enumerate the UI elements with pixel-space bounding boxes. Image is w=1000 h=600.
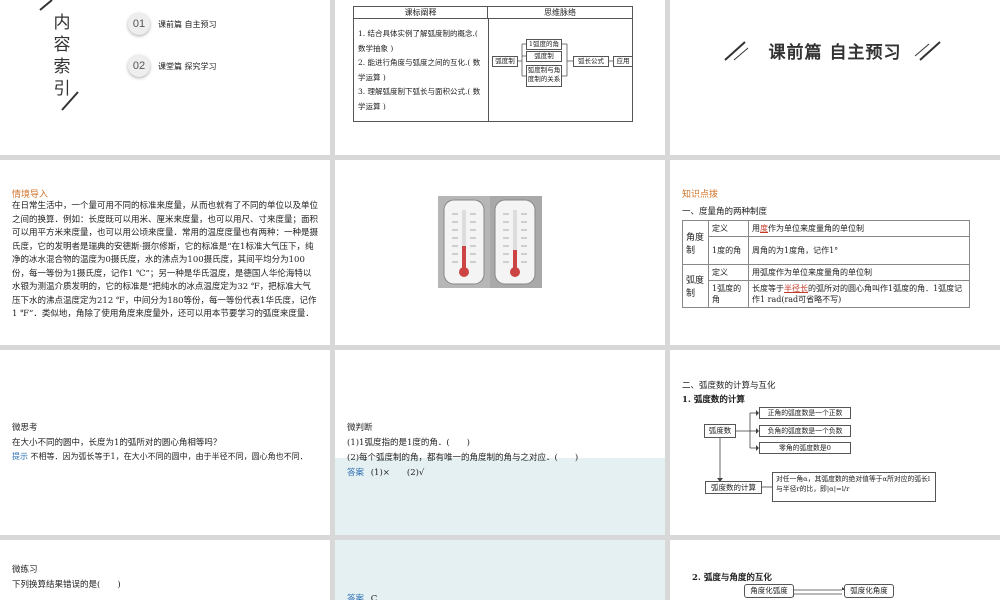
objectives-list: 1. 结合具体实例了解弧度制的概念.( 数学抽象 ) 2. 能进行角度与弧度之间… [358,27,486,114]
rule-negative: 负角的弧度数是一个负数 [759,425,851,437]
practice-answer: 答案 C [347,592,377,600]
slide-practice-answer[interactable]: 答案 C [335,540,665,600]
objective-item: 1. 结合具体实例了解弧度制的概念.( 数学抽象 ) [358,29,478,53]
row-label: 1弧度的角 [708,280,749,308]
table-row: 1弧度的角 长度等于半径长的弧所对的圆心角叫作1弧度的角．1弧度记作1 rad(… [683,280,970,308]
map-node-apply: 应用 [613,56,633,67]
answer-label: 答案 [347,594,365,600]
section-title: 课前篇 自主预习 [768,43,902,63]
slide-contents[interactable]: 内 容 索 引 01 课前篇 自主预习 02 课堂篇 探究学习 [0,0,330,155]
slide-objectives[interactable]: 课标阐释 思维脉络 1. 结合具体实例了解弧度制的概念.( 数学抽象 ) 2. … [335,0,665,155]
row-label: 1度的角 [708,236,749,265]
answer-label: 答案 [347,468,365,478]
node-degree-to-radian: 角度化弧度 [744,584,794,598]
slide-grid: 内 容 索 引 01 课前篇 自主预习 02 课堂篇 探究学习 课标阐释 思维脉… [0,0,1000,600]
slide-knowledge[interactable]: 知识点拨 一、度量角的两种制度 角度制 定义 用度作为单位来度量角的单位制 1度… [670,160,1000,345]
units-table: 角度制 定义 用度作为单位来度量角的单位制 1度的角 周角的为1度角，记作1° … [682,220,970,308]
row-label: 定义 [708,220,749,237]
title-char: 引 [53,79,71,99]
intro-text: 在日常生活中，一个量可用不同的标准来度量，从而也就有了不同的单位以及单位之间的换… [12,201,318,319]
slide-micro-think[interactable]: 微思考 在大小不同的圆中，长度为1的弧所对的圆心角相等吗？ 提示 不相等．因为弧… [0,350,330,535]
title-char: 内 [53,13,71,33]
objectives-table: 课标阐释 思维脉络 1. 结合具体实例了解弧度制的概念.( 数学抽象 ) 2. … [353,6,633,122]
slide-micro-judge[interactable]: 微判断 (1)1弧度指的是1度的角．( ) (2)每个弧度制的角，都有唯一的角度… [335,350,665,535]
think-heading: 微思考 [12,423,38,433]
judge-q1: (1)1弧度指的是1度的角．( ) [347,438,470,448]
slide-thermometer-image[interactable] [335,160,665,345]
contents-item-1[interactable]: 01 课前篇 自主预习 [128,12,217,36]
knowledge-subheading: 一、度量角的两种制度 [682,207,768,217]
think-hint: 提示 不相等．因为弧长等于1，在大小不同的圆中，由于半径不同，圆心角也不同． [12,450,312,463]
item-label: 课前篇 自主预习 [158,19,217,29]
hint-label: 提示 [12,452,28,461]
knowledge-heading: 知识点拨 [682,189,719,199]
slide-section-title[interactable]: 课前篇 自主预习 [670,0,1000,155]
map-node-root: 弧度制 [492,56,518,67]
group-cell: 角度制 [682,220,709,265]
item-label: 课堂篇 探究学习 [158,61,217,71]
table-header: 课标阐释 思维脉络 [354,7,632,19]
title-char: 索 [53,57,71,77]
map-node-formula: 弧长公式 [573,56,609,67]
row-text: 周角的为1度角，记作1° [748,236,970,265]
row-label: 定义 [708,264,749,281]
judge-heading: 微判断 [347,423,373,433]
thermometer-photo [438,196,542,288]
rule-positive: 正角的弧度数是一个正数 [759,407,851,419]
conversion-arrows [790,587,846,597]
intro-heading: 情境导入 [12,189,49,199]
slide-radian-calc[interactable]: 二、弧度数的计算与互化 1. 弧度数的计算 弧度数 正角的弧度数是一个正数 负角… [670,350,1000,535]
contents-item-2[interactable]: 02 课堂篇 探究学习 [128,54,217,78]
header-cell: 思维脉络 [544,8,576,17]
think-question: 在大小不同的圆中，长度为1的弧所对的圆心角相等吗？ [12,438,222,448]
row-text: 用度作为单位来度量角的单位制 [748,220,970,237]
table-row: 角度制 定义 用度作为单位来度量角的单位制 [682,220,970,265]
slide-intro[interactable]: 情境导入 在日常生活中，一个量可用不同的标准来度量，从而也就有了不同的单位以及单… [0,160,330,345]
judge-answer: 答案 (1)× (2)√ [347,466,424,478]
row-text: 长度等于半径长的弧所对的圆心角叫作1弧度的角．1弧度记作1 rad(rad可省略… [748,280,970,308]
judge-q2: (2)每个弧度制的角，都有唯一的角度制的角与之对应．( ) [347,453,579,463]
formula-box: 对任一角α，其弧度数的绝对值等于α所对应的弧长l与半径r的比，即|α|=l/r [772,472,936,502]
table-row: 弧度制 定义 用弧度作为单位来度量角的单位制 [682,264,970,308]
item-number-circle: 02 [128,55,150,77]
answer-text: (1)× (2)√ [370,468,425,478]
objective-item: 3. 理解弧度制下弧长与面积公式.( 数学运算 ) [358,87,481,111]
practice-question: 下列换算结果错误的是( ) [12,580,121,590]
node-radian-to-degree: 弧度化角度 [844,584,894,598]
title-char: 容 [53,35,71,55]
map-node-branch: 弧度制 [526,51,562,62]
vertical-title: 内 容 索 引 [50,12,74,100]
practice-heading: 微练习 [12,565,38,575]
rule-zero: 零角的弧度数是0 [759,442,851,454]
slide-conversion[interactable]: 2. 弧度与角度的互化 角度化弧度 弧度化角度 [670,540,1000,600]
item-number-circle: 01 [128,13,150,35]
answer-text: C [370,594,378,600]
header-cell: 课标阐释 [354,7,488,18]
row-text: 用弧度作为单位来度量角的单位制 [748,264,970,281]
map-node-branch: 弧度制与角度制的关系 [526,65,562,87]
hint-text: 不相等．因为弧长等于1，在大小不同的圆中，由于半径不同，圆心角也不同． [30,452,308,461]
thermometer-icon [438,196,542,288]
slide-micro-practice[interactable]: 微练习 下列换算结果错误的是( ) [0,540,330,600]
decor-slashes [724,41,941,61]
table-row: 1度的角 周角的为1度角，记作1° [683,236,970,265]
objective-item: 2. 能进行角度与弧度之间的互化.( 数学运算 ) [358,58,481,82]
group-cell: 弧度制 [682,264,709,308]
node-radian-calc: 弧度数的计算 [705,481,762,494]
map-node-branch: 1弧度的角 [526,39,562,50]
node-radian-number: 弧度数 [704,424,736,438]
